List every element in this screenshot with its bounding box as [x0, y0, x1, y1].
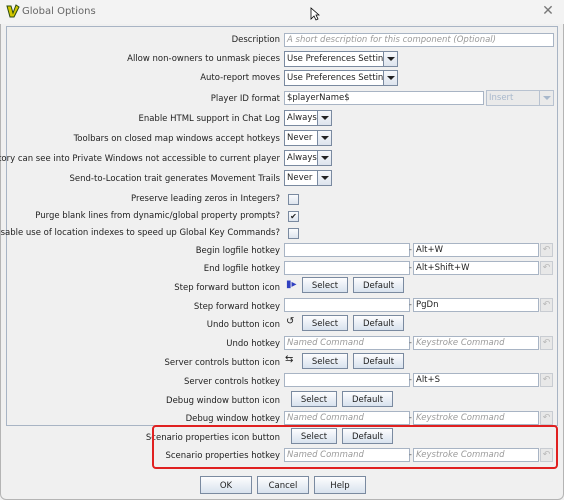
- cancel-button[interactable]: Cancel: [257, 476, 309, 494]
- undohotkey-named-input[interactable]: Named Command: [284, 336, 410, 350]
- undoicon-label: Undo button icon: [206, 320, 280, 330]
- highlight-box: [152, 425, 558, 469]
- servericon-default-button[interactable]: Default: [353, 353, 404, 369]
- close-icon[interactable]: ✕: [540, 3, 556, 19]
- options-panel: [6, 26, 558, 426]
- mouse-cursor-icon: [310, 7, 320, 21]
- window-title: Global Options: [22, 6, 96, 17]
- server-arrows-icon: ⇆: [285, 354, 294, 365]
- autoreport-select[interactable]: Use Preferences Setting: [284, 70, 398, 86]
- sendto-select[interactable]: Never: [284, 170, 332, 186]
- undo-icon[interactable]: ↶: [540, 298, 553, 312]
- servericon-select-button[interactable]: Select: [302, 353, 348, 369]
- chevron-down-icon[interactable]: [384, 52, 397, 66]
- servericon-label: Server controls button icon: [164, 358, 280, 368]
- stephotkey-label: Step forward hotkey: [193, 302, 280, 312]
- chevron-down-icon[interactable]: [540, 91, 553, 105]
- unmask-select[interactable]: Use Preferences Setting: [284, 51, 398, 67]
- chevron-down-icon[interactable]: [384, 71, 397, 85]
- endlog-named-input[interactable]: [284, 261, 410, 275]
- vassal-logo-icon: [6, 4, 20, 18]
- undo-spiral-icon: ↺: [286, 316, 295, 327]
- indexes-label: Disable use of location indexes to speed…: [0, 228, 280, 238]
- unmask-value: Use Preferences Setting: [287, 52, 384, 66]
- debugicon-default-button[interactable]: Default: [342, 391, 393, 407]
- title-bar: Global Options ✕: [0, 0, 564, 24]
- indexes-checkbox[interactable]: [288, 228, 299, 239]
- description-input[interactable]: A short description for this component (…: [284, 33, 554, 47]
- toolbars-select[interactable]: Never: [284, 130, 332, 146]
- sendto-label: Send-to-Location trait generates Movemen…: [69, 174, 280, 184]
- undo-icon[interactable]: ↶: [540, 243, 553, 257]
- separator: -: [409, 263, 412, 272]
- html-select[interactable]: Always: [284, 110, 332, 126]
- stephotkey-keystroke-input[interactable]: PgDn: [413, 298, 539, 312]
- undo-icon[interactable]: ↶: [540, 373, 553, 387]
- undoicon-default-button[interactable]: Default: [353, 315, 404, 331]
- autoreport-value: Use Preferences Setting: [287, 71, 384, 85]
- stephotkey-named-input[interactable]: [284, 298, 410, 312]
- beginlog-label: Begin logfile hotkey: [195, 246, 280, 256]
- playerid-label: Player ID format: [210, 94, 280, 104]
- serverhotkey-keystroke-input[interactable]: Alt+S: [413, 373, 539, 387]
- stepicon-default-button[interactable]: Default: [353, 277, 404, 293]
- toolbars-label: Toolbars on closed map windows accept ho…: [73, 134, 280, 144]
- endlog-label: End logfile hotkey: [203, 264, 280, 274]
- separator: -: [409, 338, 412, 347]
- debughotkey-keystroke-input[interactable]: Keystroke Command: [413, 411, 539, 425]
- undo-icon[interactable]: ↶: [540, 411, 553, 425]
- endlog-keystroke-input[interactable]: Alt+Shift+W: [413, 261, 539, 275]
- stepicon-select-button[interactable]: Select: [302, 277, 348, 293]
- ok-button[interactable]: OK: [200, 476, 252, 494]
- sendto-value: Never: [285, 171, 318, 185]
- debughotkey-named-input[interactable]: Named Command: [284, 411, 410, 425]
- debugicon-select-button[interactable]: Select: [291, 391, 337, 407]
- undohotkey-label: Undo hotkey: [226, 339, 280, 349]
- insert-select[interactable]: Insert: [486, 90, 554, 106]
- zeros-checkbox[interactable]: [288, 194, 299, 205]
- autoreport-label: Auto-report moves: [200, 73, 280, 83]
- separator: -: [409, 413, 412, 422]
- inventory-value: Always: [287, 151, 318, 165]
- inventory-label: Inventory can see into Private Windows n…: [0, 154, 280, 164]
- html-value: Always: [287, 111, 318, 125]
- undo-icon[interactable]: ↶: [540, 336, 553, 350]
- playerid-input[interactable]: $playerName$: [284, 91, 484, 105]
- chevron-down-icon[interactable]: [318, 131, 331, 145]
- purge-label: Purge blank lines from dynamic/global pr…: [35, 211, 280, 221]
- chevron-down-icon[interactable]: [318, 171, 331, 185]
- serverhotkey-label: Server controls hotkey: [184, 377, 280, 387]
- toolbars-value: Never: [285, 131, 318, 145]
- separator: -: [409, 375, 412, 384]
- beginlog-keystroke-input[interactable]: Alt+W: [413, 243, 539, 257]
- html-label: Enable HTML support in Chat Log: [138, 114, 280, 124]
- undoicon-select-button[interactable]: Select: [302, 315, 348, 331]
- unmask-label: Allow non-owners to unmask pieces: [127, 54, 280, 64]
- separator: -: [409, 300, 412, 309]
- purge-checkbox[interactable]: ✔: [288, 211, 299, 222]
- separator: -: [409, 245, 412, 254]
- stepicon-label: Step forward button icon: [174, 283, 280, 293]
- step-forward-icon: ▮▸: [286, 279, 297, 290]
- undo-icon[interactable]: ↶: [540, 261, 553, 275]
- chevron-down-icon[interactable]: [318, 111, 331, 125]
- serverhotkey-named-input[interactable]: [284, 373, 410, 387]
- zeros-label: Preserve leading zeros in Integers?: [131, 194, 280, 204]
- insert-value: Insert: [487, 91, 540, 105]
- debughotkey-label: Debug window hotkey: [185, 414, 280, 424]
- help-button[interactable]: Help: [314, 476, 366, 494]
- undohotkey-keystroke-input[interactable]: Keystroke Command: [413, 336, 539, 350]
- description-label: Description: [231, 35, 280, 45]
- beginlog-named-input[interactable]: [284, 243, 410, 257]
- debugicon-label: Debug window button icon: [166, 396, 280, 406]
- chevron-down-icon[interactable]: [318, 151, 331, 165]
- inventory-select[interactable]: Always: [284, 150, 332, 166]
